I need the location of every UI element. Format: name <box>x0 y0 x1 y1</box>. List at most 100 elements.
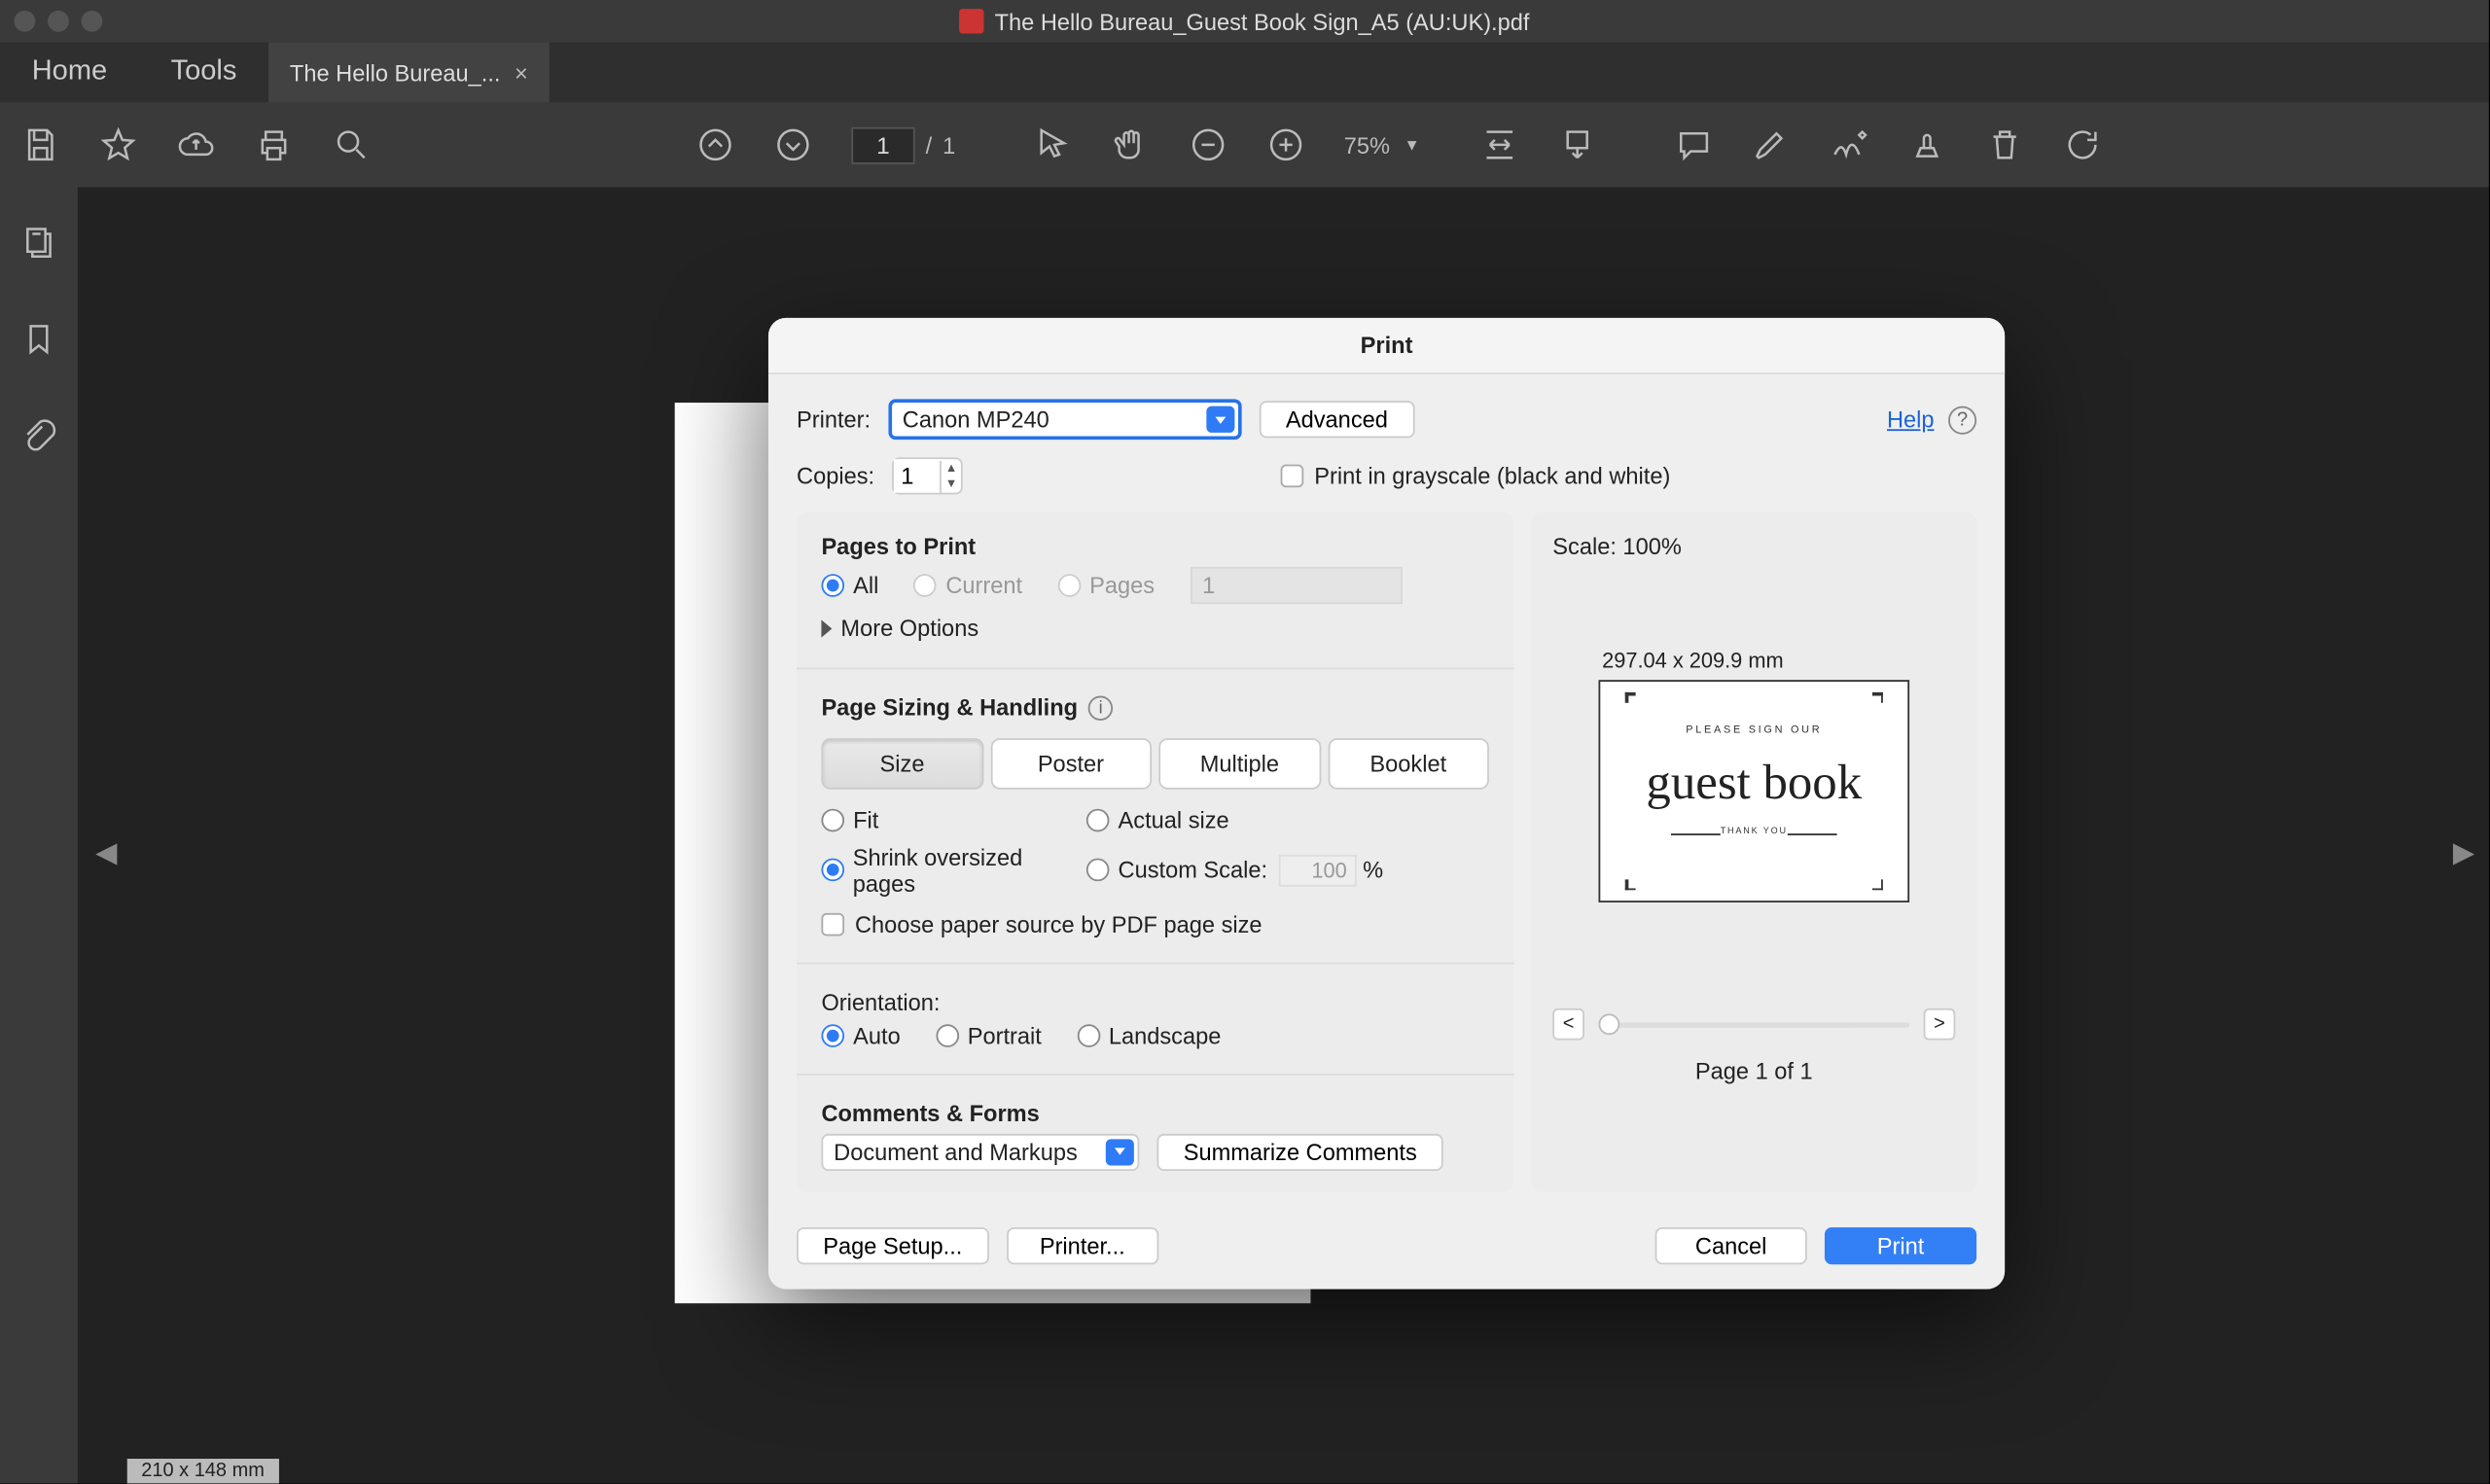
zoom-value: 75% <box>1344 131 1390 158</box>
crop-mark-bl <box>1625 872 1643 890</box>
radio-current[interactable]: Current <box>914 572 1022 598</box>
preview-prev-button[interactable]: < <box>1552 1008 1584 1041</box>
more-options-toggle[interactable]: More Options <box>821 615 978 641</box>
radio-custom-scale[interactable]: Custom Scale: <box>1086 857 1267 883</box>
chevron-down-icon: ▼ <box>1405 136 1420 154</box>
page-number: / 1 <box>851 126 955 163</box>
info-icon[interactable]: i <box>1088 696 1113 721</box>
side-rail <box>0 187 78 1483</box>
disclosure-triangle-icon <box>821 619 832 637</box>
print-dialog: Print Printer: Canon MP240 Advanced Help… <box>768 318 2005 1289</box>
print-button[interactable]: Print <box>1825 1226 1976 1263</box>
window-title: The Hello Bureau_Guest Book Sign_A5 (AU:… <box>0 8 2489 34</box>
crop-mark-br <box>1866 872 1883 890</box>
radio-all-label: All <box>853 572 878 598</box>
crop-mark-tl <box>1625 692 1643 710</box>
close-tab-icon[interactable]: × <box>515 59 528 86</box>
orient-landscape-label: Landscape <box>1109 1022 1222 1048</box>
printer-select[interactable]: Canon MP240 <box>888 399 1241 440</box>
radio-fit[interactable]: Fit <box>821 806 1085 832</box>
percent-label: % <box>1363 857 1383 883</box>
printer-value: Canon MP240 <box>903 406 1049 433</box>
stepper-down-icon[interactable]: ▼ <box>942 476 961 491</box>
star-icon[interactable] <box>99 125 138 164</box>
window-titlebar: The Hello Bureau_Guest Book Sign_A5 (AU:… <box>0 0 2489 43</box>
radio-actual[interactable]: Actual size <box>1086 806 1229 832</box>
seg-size[interactable]: Size <box>821 737 982 789</box>
print-preview: PLEASE SIGN OUR guest book THANK YOU <box>1598 680 1909 902</box>
choose-paper-checkbox[interactable] <box>821 912 844 936</box>
page-up-icon[interactable] <box>696 125 735 164</box>
preview-text-sign: PLEASE SIGN OUR <box>1600 725 1907 736</box>
pages-range-input[interactable] <box>1190 567 1402 604</box>
radio-orient-auto[interactable]: Auto <box>821 1022 900 1048</box>
orientation-label: Orientation: <box>821 988 1488 1014</box>
seg-booklet[interactable]: Booklet <box>1328 737 1489 789</box>
zoom-out-icon[interactable] <box>1189 125 1227 164</box>
copies-stepper[interactable]: ▲▼ <box>892 457 963 494</box>
print-icon[interactable] <box>255 125 294 164</box>
help-icon[interactable]: ? <box>1948 406 1976 434</box>
custom-scale-input[interactable] <box>1278 854 1356 886</box>
printer-settings-button[interactable]: Printer... <box>1007 1226 1158 1263</box>
help-link[interactable]: Help <box>1887 406 1935 433</box>
zoom-display[interactable]: 75% ▼ <box>1344 131 1420 158</box>
thumbnails-icon[interactable] <box>19 223 58 270</box>
radio-all[interactable]: All <box>821 572 878 598</box>
stepper-up-icon[interactable]: ▲ <box>942 460 961 476</box>
radio-orient-portrait[interactable]: Portrait <box>936 1022 1042 1048</box>
radio-current-label: Current <box>945 572 1022 598</box>
zoom-in-icon[interactable] <box>1266 125 1305 164</box>
seg-multiple[interactable]: Multiple <box>1158 737 1320 789</box>
page-setup-button[interactable]: Page Setup... <box>797 1226 989 1263</box>
seg-poster[interactable]: Poster <box>990 737 1152 789</box>
trash-icon[interactable] <box>1985 125 2024 164</box>
page-sizing-head: Page Sizing & Handling <box>821 693 1078 720</box>
highlight-icon[interactable] <box>1752 125 1791 164</box>
fit-width-icon[interactable] <box>1479 125 1518 164</box>
tab-home[interactable]: Home <box>0 43 139 103</box>
cancel-button[interactable]: Cancel <box>1655 1226 1807 1263</box>
cloud-icon[interactable] <box>177 125 216 164</box>
copies-input[interactable] <box>894 459 940 493</box>
radio-custom-label: Custom Scale: <box>1119 857 1268 883</box>
rotate-icon[interactable] <box>2063 125 2102 164</box>
radio-orient-landscape[interactable]: Landscape <box>1077 1022 1221 1048</box>
choose-paper-label: Choose paper source by PDF page size <box>855 910 1263 936</box>
preview-slider[interactable] <box>1598 1022 1909 1027</box>
tab-tools[interactable]: Tools <box>139 43 268 103</box>
pdf-icon <box>959 9 983 33</box>
hand-tool-icon[interactable] <box>1111 125 1150 164</box>
select-tool-icon[interactable] <box>1033 125 1072 164</box>
preview-text-thank: THANK YOU <box>1600 827 1907 837</box>
search-icon[interactable] <box>332 125 371 164</box>
radio-pages[interactable]: Pages <box>1057 572 1155 598</box>
main-toolbar: / 1 75% ▼ <box>0 102 2489 187</box>
sign-icon[interactable] <box>1830 125 1868 164</box>
copies-label: Copies: <box>797 463 874 489</box>
prev-page-arrow[interactable]: ◀ <box>95 835 117 870</box>
slider-thumb[interactable] <box>1598 1012 1619 1034</box>
page-current-input[interactable] <box>851 126 914 163</box>
preview-next-button[interactable]: > <box>1924 1008 1956 1041</box>
preview-line-r <box>1788 833 1837 835</box>
page-down-icon[interactable] <box>773 125 812 164</box>
attachments-icon[interactable] <box>19 417 58 465</box>
comment-icon[interactable] <box>1674 125 1713 164</box>
fit-page-icon[interactable] <box>1557 125 1596 164</box>
comments-select[interactable]: Document and Markups <box>821 1133 1139 1170</box>
radio-shrink[interactable]: Shrink oversized pages <box>821 843 1085 896</box>
document-dimensions: 210 x 148 mm <box>127 1459 279 1483</box>
summarize-comments-button[interactable]: Summarize Comments <box>1156 1133 1443 1170</box>
stamp-icon[interactable] <box>1907 125 1946 164</box>
next-page-arrow[interactable]: ▶ <box>2453 835 2474 870</box>
advanced-button[interactable]: Advanced <box>1260 401 1414 438</box>
bookmark-icon[interactable] <box>19 320 58 368</box>
grayscale-checkbox[interactable] <box>1281 465 1304 488</box>
save-icon[interactable] <box>21 125 60 164</box>
more-options-label: More Options <box>840 615 978 641</box>
orient-portrait-label: Portrait <box>968 1022 1042 1048</box>
radio-shrink-label: Shrink oversized pages <box>853 843 1086 896</box>
tab-document[interactable]: The Hello Bureau_... × <box>268 43 549 103</box>
select-knob-icon <box>1106 1138 1134 1164</box>
